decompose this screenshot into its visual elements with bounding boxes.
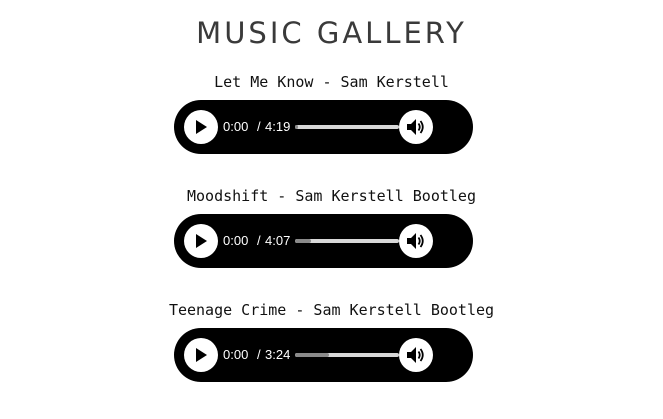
play-icon xyxy=(196,234,207,248)
duration: 4:07 xyxy=(265,233,291,248)
buffered-fill xyxy=(295,353,330,357)
page-title: MUSIC GALLERY xyxy=(196,16,467,50)
volume-icon xyxy=(407,347,424,363)
duration: 3:24 xyxy=(265,347,291,362)
buffered-fill xyxy=(295,239,311,243)
seek-bar[interactable] xyxy=(295,239,399,243)
current-time: 0:00 xyxy=(223,347,249,362)
play-icon xyxy=(196,348,207,362)
time-separator: / xyxy=(257,347,261,362)
seek-bar[interactable] xyxy=(295,353,399,357)
play-button[interactable] xyxy=(184,338,218,372)
audio-player[interactable]: 0:00 / 4:07 xyxy=(174,214,473,268)
time-separator: / xyxy=(257,233,261,248)
track-title: Teenage Crime - Sam Kerstell Bootleg xyxy=(168,301,495,319)
time-separator: / xyxy=(257,119,261,134)
volume-button[interactable] xyxy=(399,338,433,372)
track-item: Teenage Crime - Sam Kerstell Bootleg xyxy=(0,300,663,320)
volume-button[interactable] xyxy=(399,224,433,258)
current-time: 0:00 xyxy=(223,233,249,248)
audio-player[interactable]: 0:00 / 4:19 xyxy=(174,100,473,154)
duration: 4:19 xyxy=(265,119,291,134)
track-item: Moodshift - Sam Kerstell Bootleg xyxy=(0,186,663,206)
track-item: Let Me Know - Sam Kerstell xyxy=(0,72,663,92)
volume-button[interactable] xyxy=(399,110,433,144)
volume-icon xyxy=(407,233,424,249)
track-title: Moodshift - Sam Kerstell Bootleg xyxy=(187,187,476,205)
play-button[interactable] xyxy=(184,110,218,144)
play-icon xyxy=(196,120,207,134)
play-button[interactable] xyxy=(184,224,218,258)
seek-bar[interactable] xyxy=(295,125,399,129)
track-title: Let Me Know - Sam Kerstell xyxy=(214,73,449,91)
current-time: 0:00 xyxy=(223,119,249,134)
buffered-fill xyxy=(295,125,299,129)
audio-player[interactable]: 0:00 / 3:24 xyxy=(174,328,473,382)
volume-icon xyxy=(407,119,424,135)
